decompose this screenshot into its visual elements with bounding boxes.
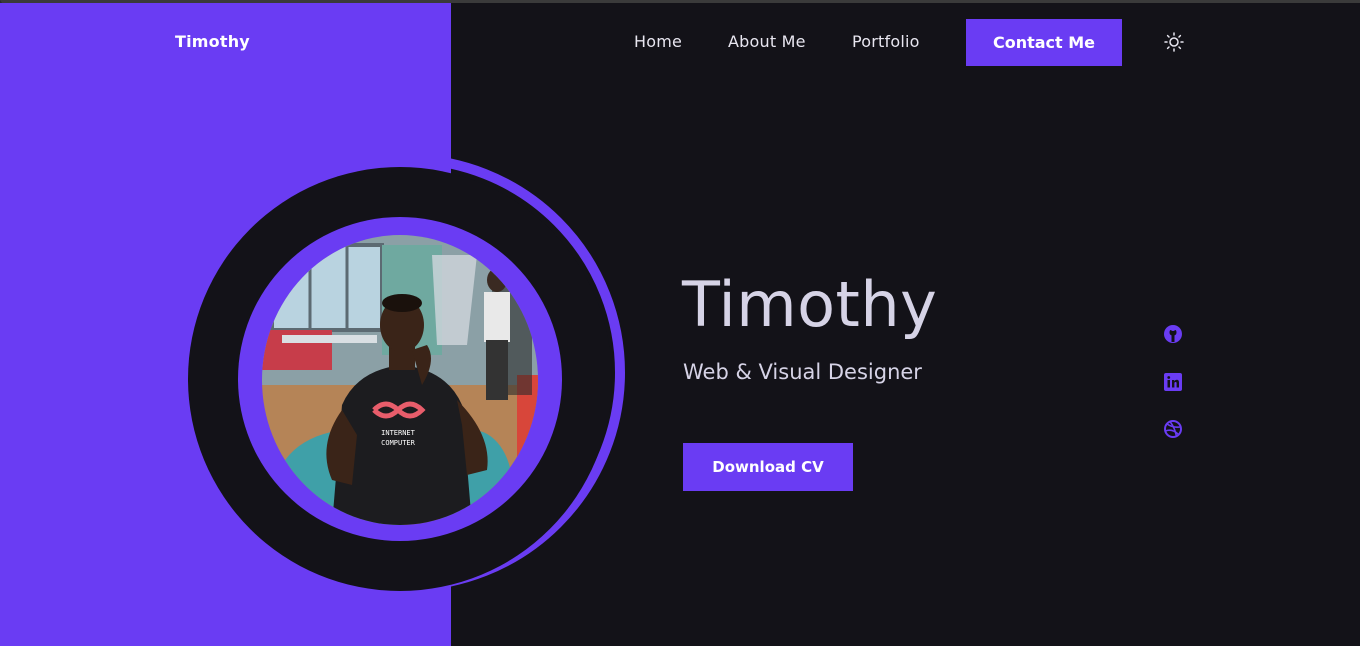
github-icon — [1164, 325, 1182, 343]
dribbble-link[interactable] — [1163, 419, 1183, 439]
nav-portfolio-link[interactable]: Portfolio — [852, 32, 920, 51]
shirt-text-line2: COMPUTER — [381, 439, 416, 447]
nav-about-link[interactable]: About Me — [728, 32, 806, 51]
dribbble-icon — [1164, 420, 1182, 438]
hero-role: Web & Visual Designer — [683, 360, 922, 384]
nav-logo[interactable]: Timothy — [175, 32, 250, 51]
linkedin-icon — [1164, 373, 1182, 391]
theme-toggle[interactable] — [1163, 31, 1185, 53]
sun-icon — [1164, 32, 1184, 52]
profile-photo: INTERNET COMPUTER — [262, 235, 538, 525]
hero-name: Timothy — [682, 268, 938, 341]
github-link[interactable] — [1163, 324, 1183, 344]
contact-me-button[interactable]: Contact Me — [966, 19, 1122, 66]
linkedin-link[interactable] — [1163, 372, 1183, 392]
download-cv-button[interactable]: Download CV — [683, 443, 853, 491]
shirt-text-line1: INTERNET — [381, 429, 416, 437]
nav-home-link[interactable]: Home — [634, 32, 682, 51]
